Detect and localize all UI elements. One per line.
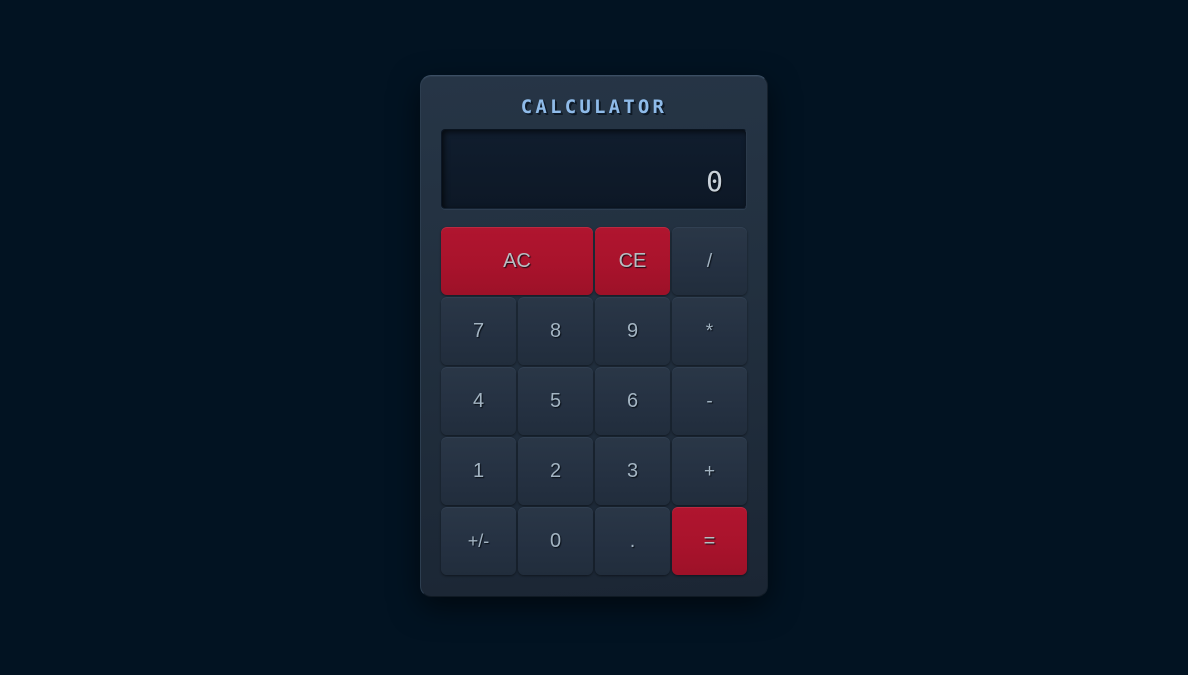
page-title: CALCULATOR (520, 96, 668, 118)
key-3[interactable]: 3 (595, 437, 670, 505)
key-subtract[interactable]: - (672, 367, 747, 435)
key-divide[interactable]: / (672, 227, 747, 295)
key-2[interactable]: 2 (518, 437, 593, 505)
display-value: 0 (706, 165, 724, 198)
key-multiply[interactable]: * (672, 297, 747, 365)
key-decimal[interactable]: . (595, 507, 670, 575)
key-6[interactable]: 6 (595, 367, 670, 435)
key-sign-toggle[interactable]: +/- (441, 507, 516, 575)
key-7[interactable]: 7 (441, 297, 516, 365)
key-add[interactable]: + (672, 437, 747, 505)
key-all-clear[interactable]: AC (441, 227, 593, 295)
screen: CALCULATOR 0 AC CE/7 8 9 * 4 5 6-1 2 3 + +/- 0. = (0, 0, 1188, 675)
key-1[interactable]: 1 (441, 437, 516, 505)
key-4[interactable]: 4 (441, 367, 516, 435)
key-8[interactable]: 8 (518, 297, 593, 365)
key-9[interactable]: 9 (595, 297, 670, 365)
calculator-display[interactable]: 0 (441, 129, 747, 209)
key-5[interactable]: 5 (518, 367, 593, 435)
key-0[interactable]: 0 (518, 507, 593, 575)
keypad: AC CE/ 7 8 9 * 4 5 6- 1 2 3 + +/- 0. = (441, 227, 747, 575)
calculator-panel: CALCULATOR 0 AC CE/7 8 9 * 4 5 6-1 2 3 + +/- 0. = (420, 75, 768, 597)
key-equals[interactable]: = (672, 507, 747, 575)
key-clear-entry[interactable]: CE (595, 227, 670, 295)
